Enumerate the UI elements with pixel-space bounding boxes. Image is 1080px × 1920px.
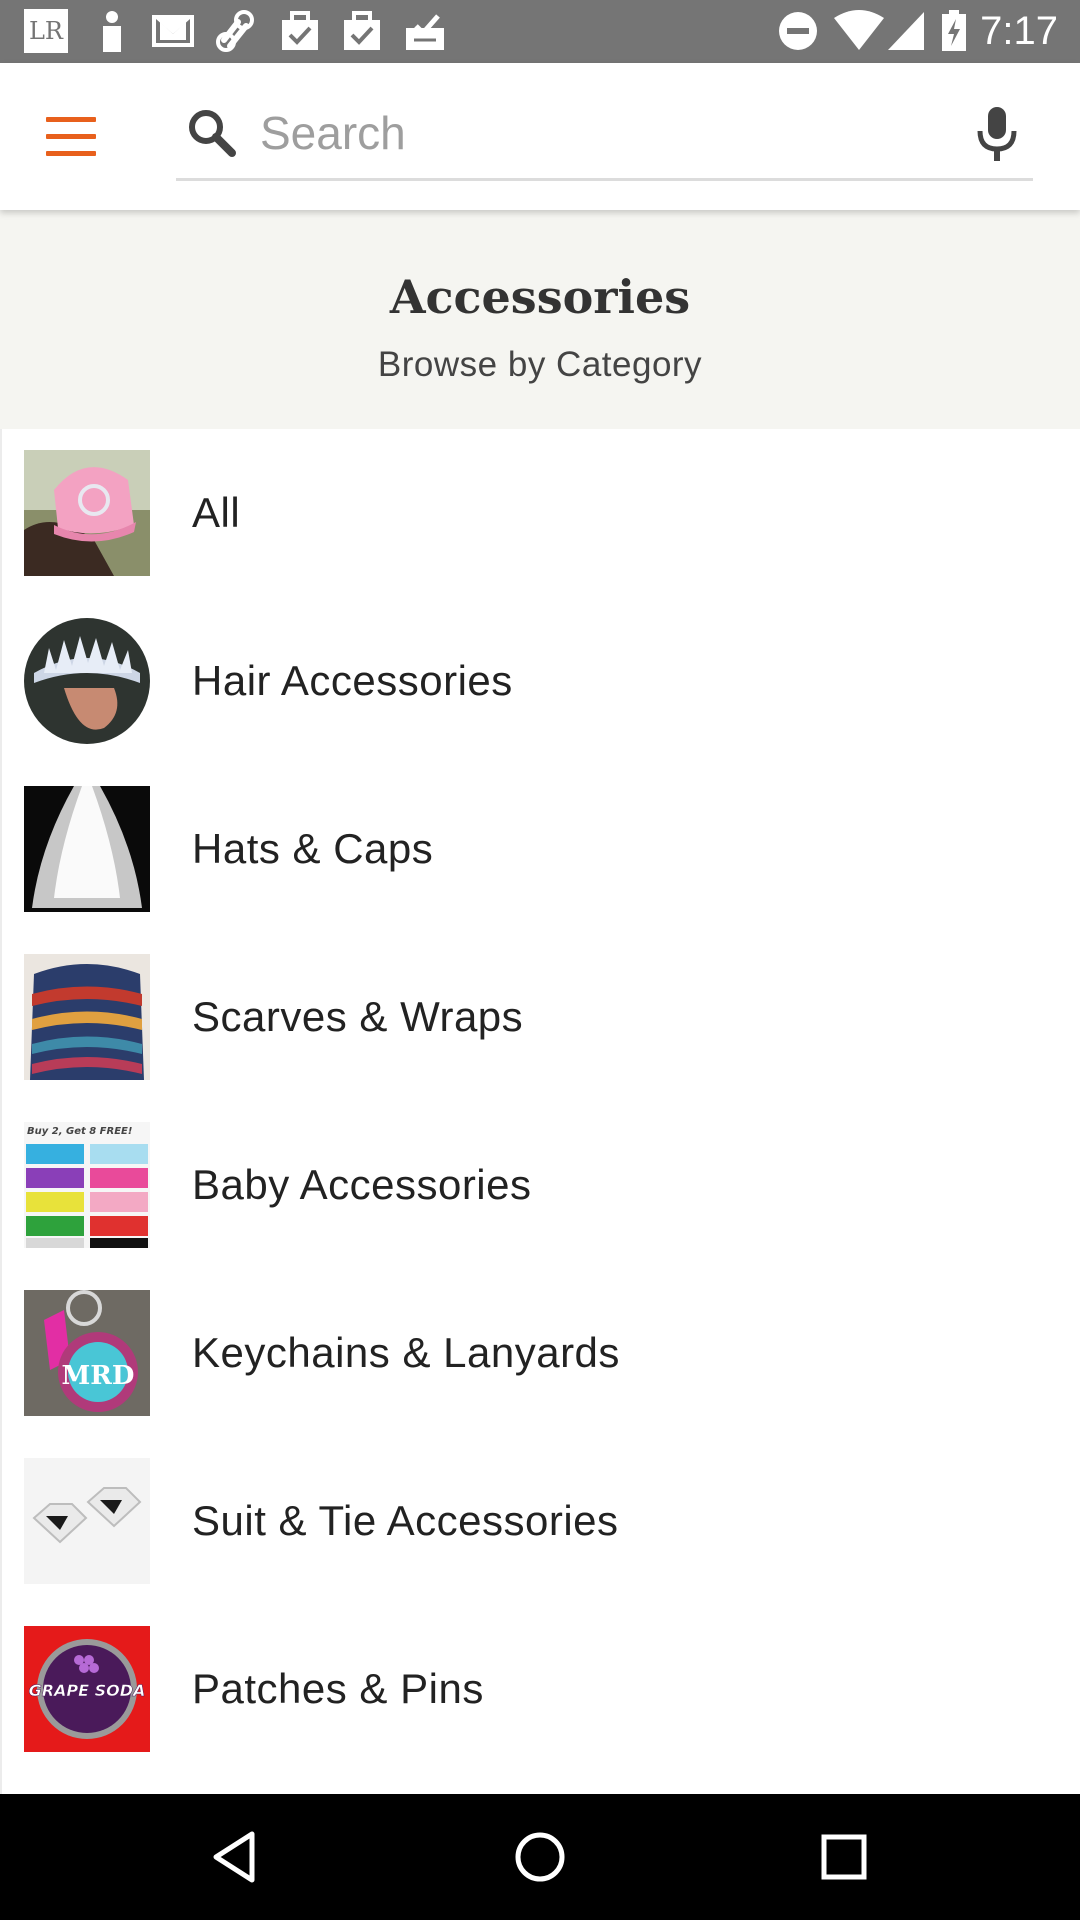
- lr-app-icon: LR: [24, 9, 68, 53]
- category-item-hair-accessories[interactable]: Hair Accessories: [2, 597, 1080, 765]
- pink-cap-image: [24, 450, 150, 576]
- menu-icon-bar: [46, 134, 96, 139]
- category-label: Scarves & Wraps: [192, 993, 524, 1040]
- battery-icon: [942, 10, 966, 51]
- navigation-bar: [0, 1794, 1080, 1920]
- recents-icon[interactable]: [809, 1824, 879, 1890]
- category-item-all[interactable]: All: [2, 429, 1080, 597]
- category-item-suit-tie-accessories[interactable]: Suit & Tie Accessories: [2, 1437, 1080, 1605]
- search-bar[interactable]: [176, 93, 1033, 181]
- category-header: Accessories Browse by Category: [0, 210, 1080, 429]
- tribal-scarf-image: [24, 954, 150, 1080]
- menu-icon-bar: [46, 151, 96, 156]
- crystal-crown-image: [24, 618, 150, 744]
- category-item-baby-accessories[interactable]: Buy 2, Get 8 FREE! Baby Accessories: [2, 1101, 1080, 1269]
- status-time: 7:17: [980, 9, 1058, 53]
- category-label: Hats & Caps: [192, 825, 434, 872]
- back-icon[interactable]: [200, 1824, 270, 1890]
- category-item-keychains-lanyards[interactable]: MRD Keychains & Lanyards: [2, 1269, 1080, 1437]
- lr-app-icon-label: LR: [28, 17, 63, 45]
- page-title: Accessories: [389, 270, 691, 324]
- menu-icon-bar: [46, 117, 96, 122]
- page-subtitle: Browse by Category: [377, 345, 703, 384]
- status-bar: LR 7:17: [0, 0, 1080, 63]
- link-icon: [216, 10, 254, 52]
- category-item-patches-pins[interactable]: GRAPE SODA Patches & Pins: [2, 1605, 1080, 1773]
- search-icon: [189, 110, 236, 157]
- monogram-keychain-image: MRD: [24, 1290, 150, 1416]
- microphone-icon[interactable]: [975, 105, 1019, 163]
- wifi-icon: [834, 10, 884, 50]
- bridal-veil-image: [24, 786, 150, 912]
- bag-check-icon: [282, 11, 318, 50]
- thumb-monogram-text: MRD: [62, 1361, 135, 1391]
- category-item-hats-caps[interactable]: Hats & Caps: [2, 765, 1080, 933]
- category-label: Suit & Tie Accessories: [192, 1497, 619, 1544]
- category-item-scarves-wraps[interactable]: Scarves & Wraps: [2, 933, 1080, 1101]
- menu-button[interactable]: [46, 117, 100, 157]
- home-icon[interactable]: [505, 1824, 575, 1890]
- bag-check-icon: [344, 11, 380, 50]
- app-bar: [0, 63, 1080, 210]
- baby-headbands-image: Buy 2, Get 8 FREE!: [24, 1122, 150, 1248]
- category-label: Baby Accessories: [192, 1161, 532, 1208]
- category-list: All Hair Accessories Hats & Caps Scarves…: [0, 429, 1080, 1794]
- search-input[interactable]: [260, 101, 940, 165]
- thumb-promo-text: Buy 2, Get 8 FREE!: [27, 1126, 132, 1137]
- thumb-pin-text: GRAPE SODA: [29, 1681, 146, 1700]
- category-label: Patches & Pins: [192, 1665, 484, 1712]
- category-label: All: [192, 489, 241, 536]
- gmail-icon: [152, 15, 194, 47]
- dnd-icon: [779, 12, 817, 50]
- category-label: Hair Accessories: [192, 657, 513, 704]
- superman-cufflinks-image: [24, 1458, 150, 1584]
- grape-soda-pin-image: GRAPE SODA: [24, 1626, 150, 1752]
- category-label: Keychains & Lanyards: [192, 1329, 620, 1376]
- person-icon: [103, 11, 121, 52]
- inbox-check-icon: [406, 14, 444, 50]
- signal-icon: [888, 12, 924, 50]
